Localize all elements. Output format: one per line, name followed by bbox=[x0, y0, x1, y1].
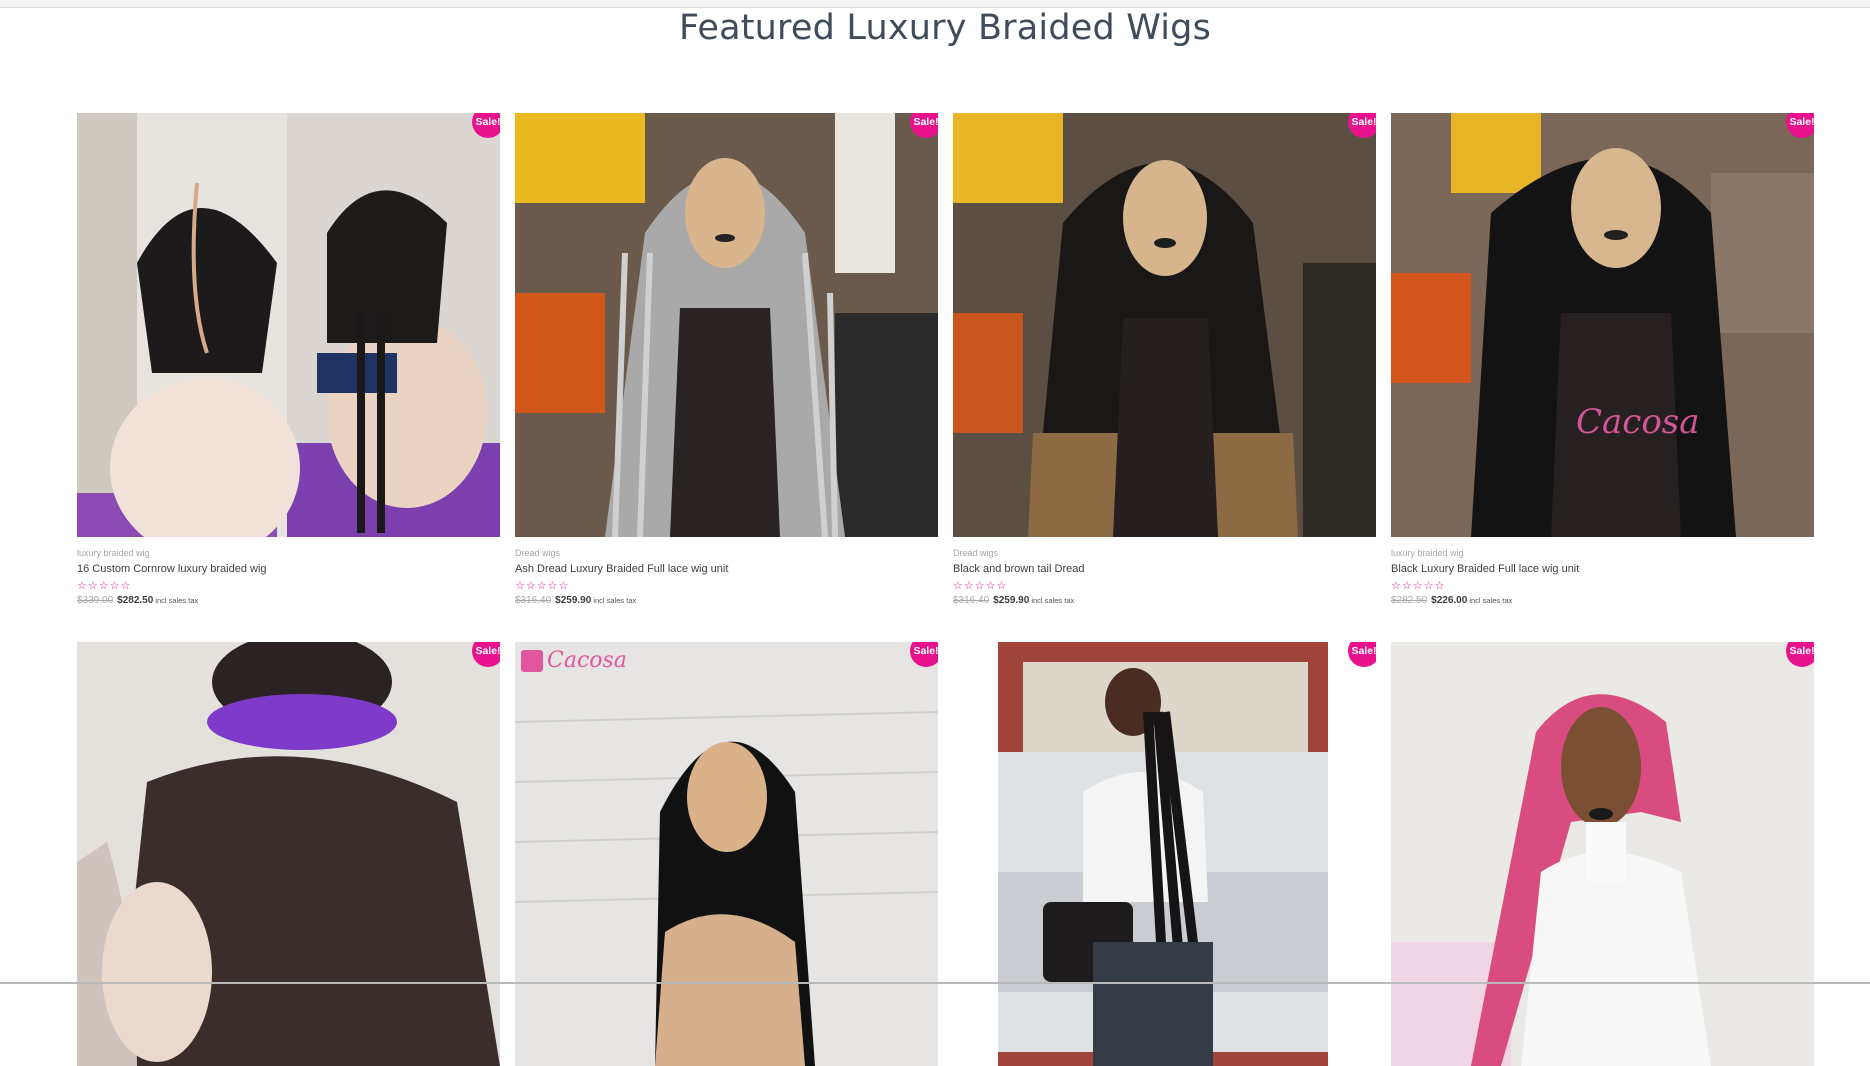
straight-black-wig-image bbox=[515, 642, 938, 1066]
rating-stars: ☆ ☆ ☆ ☆ ☆ bbox=[77, 579, 500, 593]
product-grid: Sale! luxury braided wig 16 Custom Cornr… bbox=[0, 0, 1870, 1066]
star-icon: ☆ bbox=[985, 579, 996, 592]
pink-cornrow-wig-image bbox=[1391, 642, 1814, 1066]
product-price: $316.40 $259.90 incl sales tax bbox=[953, 593, 1376, 609]
tax-note: incl sales tax bbox=[1031, 596, 1075, 605]
rating-stars: ☆ ☆ ☆ ☆ ☆ bbox=[953, 579, 1376, 593]
product-price: $282.50 $226.00 incl sales tax bbox=[1391, 593, 1814, 609]
star-icon: ☆ bbox=[120, 579, 131, 592]
rating-stars: ☆ ☆ ☆ ☆ ☆ bbox=[1391, 579, 1814, 593]
star-icon: ☆ bbox=[1434, 579, 1445, 592]
product-card[interactable]: Sale! bbox=[77, 642, 500, 1066]
product-name[interactable]: 16 Custom Cornrow luxury braided wig bbox=[77, 560, 500, 578]
star-icon: ☆ bbox=[1401, 579, 1412, 592]
product-name[interactable]: Black and brown tail Dread bbox=[953, 560, 1376, 578]
product-image[interactable]: Sale! bbox=[77, 642, 500, 1066]
rating-stars: ☆ ☆ ☆ ☆ ☆ bbox=[515, 579, 938, 593]
star-icon: ☆ bbox=[109, 579, 120, 592]
logo-mark-icon bbox=[521, 649, 543, 672]
tax-note: incl sales tax bbox=[593, 596, 637, 605]
star-icon: ☆ bbox=[98, 579, 109, 592]
product-image[interactable]: Cacosa Sale! bbox=[1391, 113, 1814, 537]
product-card[interactable]: Sale! bbox=[1391, 642, 1814, 1066]
product-price: $316.40 $259.90 incl sales tax bbox=[515, 593, 938, 609]
product-card[interactable]: Cacosa Sale! bbox=[515, 642, 938, 1066]
cacosa-logo: Cacosa bbox=[521, 648, 627, 673]
star-icon: ☆ bbox=[974, 579, 985, 592]
product-card[interactable]: Sale! bbox=[953, 642, 1376, 1066]
product-category[interactable]: Dread wigs bbox=[953, 546, 1376, 560]
star-icon: ☆ bbox=[963, 579, 974, 592]
product-category[interactable]: Dread wigs bbox=[515, 546, 938, 560]
product-image[interactable]: Sale! bbox=[953, 642, 1376, 1066]
tax-note: incl sales tax bbox=[1469, 596, 1513, 605]
product-image[interactable]: Sale! bbox=[515, 113, 938, 537]
product-image[interactable]: Cacosa Sale! bbox=[515, 642, 938, 1066]
old-price: $339.00 bbox=[77, 595, 114, 606]
tax-note: incl sales tax bbox=[155, 596, 199, 605]
svg-text:Cacosa: Cacosa bbox=[1576, 402, 1700, 442]
star-icon: ☆ bbox=[87, 579, 98, 592]
old-price: $282.50 bbox=[1391, 595, 1428, 606]
product-card[interactable]: Cacosa Sale! luxury braided wig Black Lu… bbox=[1391, 113, 1814, 609]
star-icon: ☆ bbox=[1412, 579, 1423, 592]
product-price: $339.00 $282.50 incl sales tax bbox=[77, 593, 500, 609]
product-card[interactable]: Sale! luxury braided wig 16 Custom Cornr… bbox=[77, 113, 500, 609]
star-icon: ☆ bbox=[1391, 579, 1401, 592]
star-icon: ☆ bbox=[996, 579, 1007, 592]
product-card[interactable]: Sale! Dread wigs Ash Dread Luxury Braide… bbox=[515, 113, 938, 609]
old-price: $316.40 bbox=[953, 595, 990, 606]
sale-price: $226.00 bbox=[1431, 595, 1468, 606]
logo-text: Cacosa bbox=[547, 648, 627, 673]
product-image[interactable]: Sale! bbox=[1391, 642, 1814, 1066]
product-category[interactable]: luxury braided wig bbox=[1391, 546, 1814, 560]
black-brown-dread-wig-image bbox=[953, 113, 1376, 537]
product-image[interactable]: Sale! bbox=[953, 113, 1376, 537]
star-icon: ☆ bbox=[558, 579, 569, 592]
sale-price: $259.90 bbox=[993, 595, 1030, 606]
star-icon: ☆ bbox=[547, 579, 558, 592]
star-icon: ☆ bbox=[1423, 579, 1434, 592]
star-icon: ☆ bbox=[953, 579, 963, 592]
purple-bun-wig-image bbox=[77, 642, 500, 1066]
ash-dread-wig-image bbox=[515, 113, 938, 537]
cornrow-wig-image bbox=[77, 113, 500, 537]
product-name[interactable]: Black Luxury Braided Full lace wig unit bbox=[1391, 560, 1814, 578]
product-name[interactable]: Ash Dread Luxury Braided Full lace wig u… bbox=[515, 560, 938, 578]
sale-price: $259.90 bbox=[555, 595, 592, 606]
star-icon: ☆ bbox=[77, 579, 87, 592]
star-icon: ☆ bbox=[515, 579, 525, 592]
black-braided-wig-image: Cacosa bbox=[1391, 113, 1814, 537]
product-card[interactable]: Sale! Dread wigs Black and brown tail Dr… bbox=[953, 113, 1376, 609]
star-icon: ☆ bbox=[525, 579, 536, 592]
old-price: $316.40 bbox=[515, 595, 552, 606]
product-image[interactable]: Sale! bbox=[77, 113, 500, 537]
sale-price: $282.50 bbox=[117, 595, 154, 606]
woman-braids-car-image bbox=[953, 642, 1376, 1066]
product-category[interactable]: luxury braided wig bbox=[77, 546, 500, 560]
star-icon: ☆ bbox=[536, 579, 547, 592]
